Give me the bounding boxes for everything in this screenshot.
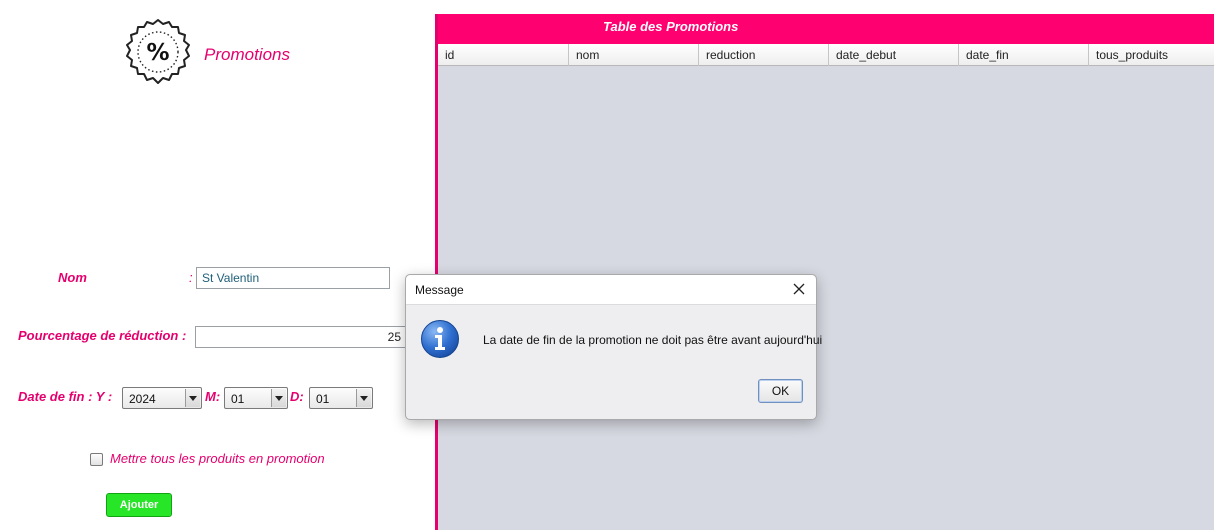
column-header-date-debut[interactable]: date_debut: [829, 44, 959, 66]
info-icon: [421, 320, 459, 358]
message-dialog: Message La date de fin de la promotion n…: [405, 274, 822, 420]
end-date-year-label: Date de fin : Y :: [18, 389, 113, 404]
nom-colon: :: [189, 270, 193, 285]
year-select[interactable]: 2024: [122, 387, 202, 409]
svg-text:%: %: [146, 40, 169, 66]
all-products-checkbox[interactable]: [90, 453, 103, 466]
column-header-nom[interactable]: nom: [569, 44, 699, 66]
all-products-label[interactable]: Mettre tous les produits en promotion: [110, 451, 353, 466]
year-select-value: 2024: [129, 392, 156, 406]
day-select[interactable]: 01: [309, 387, 373, 409]
column-header-tous-produits[interactable]: tous_produits: [1089, 44, 1214, 66]
table-header: id nom reduction date_debut date_fin tou…: [438, 44, 1214, 66]
day-label: D:: [290, 389, 304, 404]
column-header-id[interactable]: id: [438, 44, 569, 66]
add-button[interactable]: Ajouter: [106, 493, 172, 517]
reduction-label: Pourcentage de réduction :: [18, 328, 187, 343]
dialog-message: La date de fin de la promotion ne doit p…: [483, 333, 823, 347]
percent-badge-icon: %: [126, 19, 190, 84]
day-select-value: 01: [316, 392, 330, 406]
month-select-value: 01: [231, 392, 245, 406]
nom-input[interactable]: [196, 267, 390, 289]
month-select[interactable]: 01: [224, 387, 288, 409]
page-title: Promotions: [204, 45, 290, 64]
dialog-title-bar[interactable]: Message: [406, 275, 816, 305]
chevron-down-icon[interactable]: [356, 389, 371, 407]
table-title-bar: Table des Promotions: [438, 14, 1214, 44]
table-title: Table des Promotions: [603, 19, 739, 34]
reduction-input[interactable]: [195, 326, 410, 348]
ok-button[interactable]: OK: [758, 379, 803, 403]
dialog-title: Message: [415, 283, 464, 297]
promotions-table-panel: Table des Promotions id nom reduction da…: [435, 14, 1214, 530]
nom-label: Nom: [58, 270, 87, 285]
column-header-reduction[interactable]: reduction: [699, 44, 829, 66]
chevron-down-icon[interactable]: [271, 389, 286, 407]
month-label: M:: [205, 389, 221, 404]
column-header-date-fin[interactable]: date_fin: [959, 44, 1089, 66]
chevron-down-icon[interactable]: [185, 389, 200, 407]
close-icon[interactable]: [790, 280, 808, 298]
